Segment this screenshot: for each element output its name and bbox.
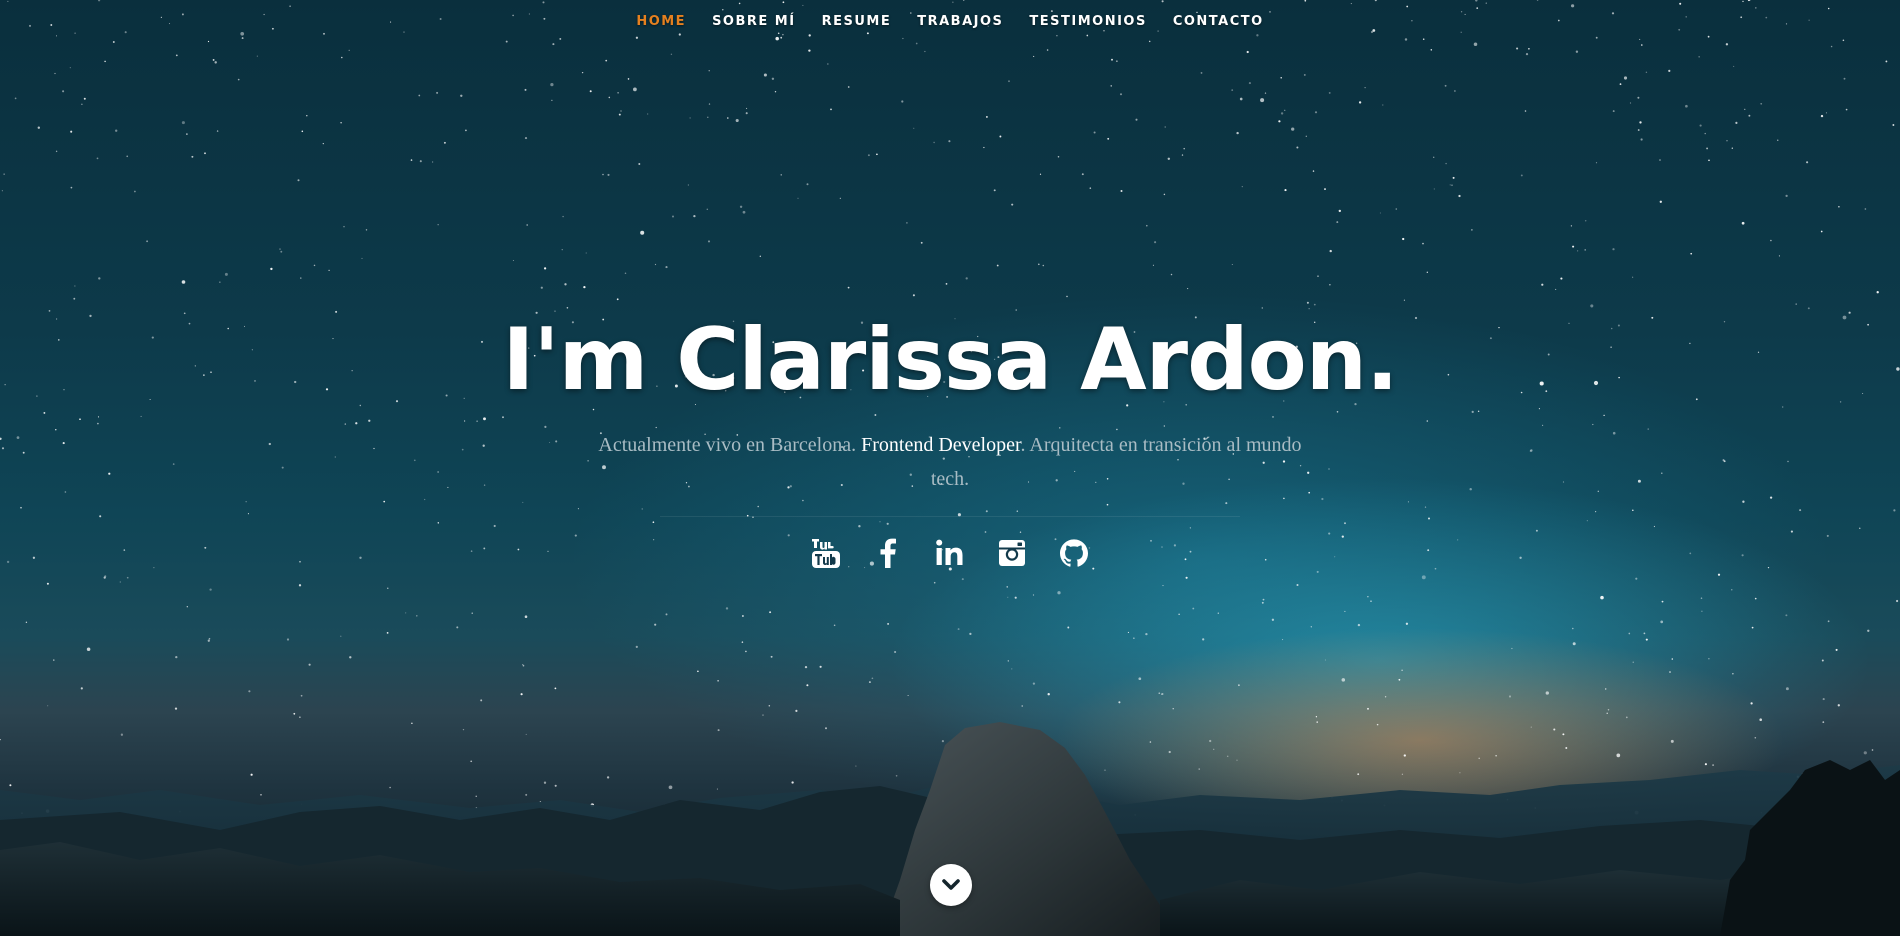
intro-text-start: Actualmente vivo en Barcelona. xyxy=(598,434,862,456)
scroll-down-button[interactable] xyxy=(930,864,972,906)
hero-intro: Actualmente vivo en Barcelona. Frontend … xyxy=(580,428,1320,496)
linkedin-icon[interactable] xyxy=(929,535,971,571)
facebook-icon[interactable] xyxy=(867,535,909,571)
hero-headline: I'm Clarissa Ardon. xyxy=(502,310,1398,410)
social-links xyxy=(0,535,1900,571)
nav-item-trabajos[interactable]: TRABAJOS xyxy=(904,0,1016,44)
main-nav: HOME SOBRE MÍ RESUME TRABAJOS TESTIMONIO… xyxy=(0,0,1900,44)
instagram-icon[interactable] xyxy=(991,535,1033,571)
chevron-down-icon xyxy=(942,879,960,890)
nav-item-sobre-mi[interactable]: SOBRE MÍ xyxy=(699,0,809,44)
github-icon[interactable] xyxy=(1053,535,1095,571)
nav-item-home[interactable]: HOME xyxy=(623,0,699,44)
youtube-icon[interactable] xyxy=(805,535,847,571)
nav-item-resume[interactable]: RESUME xyxy=(809,0,905,44)
nav-item-contacto[interactable]: CONTACTO xyxy=(1160,0,1277,44)
nav-item-testimonios[interactable]: TESTIMONIOS xyxy=(1016,0,1159,44)
intro-highlight: Frontend Developer xyxy=(861,434,1021,456)
hero-divider xyxy=(660,516,1240,517)
